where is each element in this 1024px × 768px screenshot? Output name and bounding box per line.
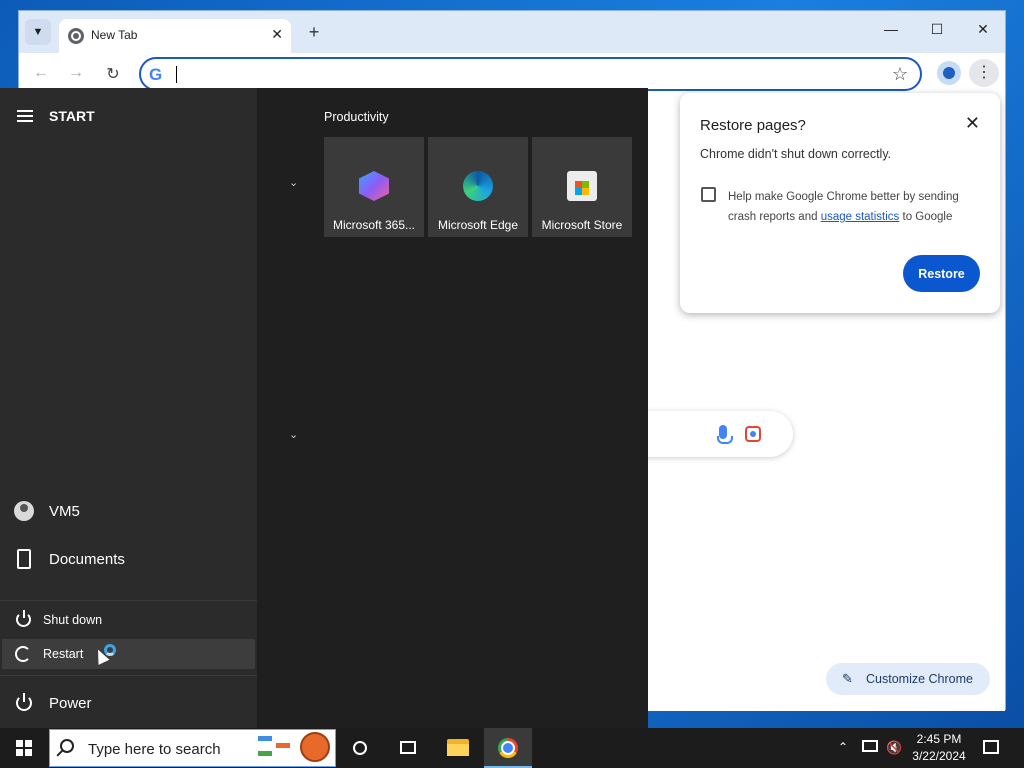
edge-icon xyxy=(463,171,493,201)
clock-time: 2:45 PM xyxy=(916,732,962,746)
text-caret xyxy=(176,66,177,83)
bookmark-star-icon[interactable]: ☆ xyxy=(892,64,908,85)
new-tab-button[interactable]: + xyxy=(301,19,327,45)
cortana-icon xyxy=(353,741,367,755)
start-menu-sidebar: START VM5 Documents Shut down Restart Po… xyxy=(0,88,257,728)
restore-button[interactable]: Restore xyxy=(903,255,980,292)
restart-option[interactable]: Restart xyxy=(2,639,255,669)
tile-group-name: Productivity xyxy=(324,110,389,124)
store-icon xyxy=(567,171,597,201)
user-icon xyxy=(14,501,34,521)
task-view-icon xyxy=(400,741,416,754)
customize-chrome-label: Customize Chrome xyxy=(866,672,973,686)
minimize-button[interactable]: — xyxy=(871,21,911,37)
tile-label: Microsoft 365... xyxy=(332,218,416,232)
tile-microsoft-edge[interactable]: Microsoft Edge xyxy=(428,137,528,237)
start-button[interactable] xyxy=(0,728,48,768)
restart-icon xyxy=(15,646,31,662)
reload-button[interactable]: ↻ xyxy=(101,64,125,84)
chevron-down-icon: ▼ xyxy=(32,26,44,38)
pencil-icon: ✎ xyxy=(842,671,853,686)
start-item-documents[interactable]: Documents xyxy=(0,540,257,580)
search-placeholder: Type here to search xyxy=(88,741,221,758)
start-item-label: Power xyxy=(49,695,92,712)
back-button[interactable]: ← xyxy=(29,64,53,82)
tab-close-icon[interactable]: ✕ xyxy=(271,26,283,43)
volume-muted-icon[interactable]: 🔇 xyxy=(886,740,902,756)
search-highlight[interactable] xyxy=(258,732,334,762)
tab-title: New Tab xyxy=(91,28,138,42)
chrome-menu-button[interactable]: ⋮ xyxy=(969,59,999,87)
windows-logo-icon xyxy=(16,740,32,756)
cortana-button[interactable] xyxy=(336,728,384,768)
profile-button[interactable] xyxy=(937,61,961,85)
tile-label: Microsoft Edge xyxy=(437,218,519,232)
start-title: START xyxy=(49,108,95,124)
chrome-titlebar: ▼ New Tab ✕ + — ☐ ✕ xyxy=(19,11,1005,53)
tile-label: Microsoft Store xyxy=(541,218,623,232)
hamburger-menu-icon[interactable] xyxy=(17,110,33,125)
show-hidden-icons-button[interactable]: ⌃ xyxy=(838,740,848,754)
maximize-button[interactable]: ☐ xyxy=(917,21,957,38)
chrome-icon xyxy=(498,738,518,758)
basketball-icon xyxy=(300,732,330,762)
shut-down-option[interactable]: Shut down xyxy=(2,605,255,635)
chevron-down-icon[interactable]: ⌄ xyxy=(289,428,298,441)
start-item-label: VM5 xyxy=(49,503,80,520)
start-item-label: Documents xyxy=(49,551,125,568)
clock[interactable]: 2:45 PM 3/22/2024 xyxy=(908,731,970,765)
restart-label: Restart xyxy=(43,647,84,661)
crash-report-text-after: to Google xyxy=(899,211,953,223)
forward-button[interactable]: → xyxy=(64,64,88,82)
folder-icon xyxy=(447,739,469,756)
restore-dialog-title: Restore pages? xyxy=(700,117,806,134)
google-icon: G xyxy=(149,65,163,84)
close-icon[interactable]: ✕ xyxy=(965,113,980,134)
power-submenu: Shut down Restart xyxy=(0,600,257,676)
microphone-icon[interactable] xyxy=(717,425,733,444)
crash-report-text: Help make Google Chrome better by sendin… xyxy=(728,187,978,227)
google-search-box[interactable] xyxy=(629,411,793,457)
document-icon xyxy=(17,549,31,569)
start-item-power[interactable]: Power xyxy=(0,684,257,724)
power-icon xyxy=(16,693,32,711)
tile-microsoft-365[interactable]: Microsoft 365... xyxy=(324,137,424,237)
restore-dialog-message: Chrome didn't shut down correctly. xyxy=(700,147,892,161)
chevron-down-icon[interactable]: ⌄ xyxy=(289,176,298,189)
start-menu-tiles-area: Productivity ⌄ ⌄ Microsoft 365... Micros… xyxy=(257,88,648,728)
microsoft-365-icon xyxy=(359,171,389,201)
usage-statistics-link[interactable]: usage statistics xyxy=(821,211,900,223)
search-icon xyxy=(60,739,74,753)
tile-microsoft-store[interactable]: Microsoft Store xyxy=(532,137,632,237)
power-icon xyxy=(16,610,31,627)
clock-date: 3/22/2024 xyxy=(912,749,966,763)
close-window-button[interactable]: ✕ xyxy=(963,21,1003,38)
start-item-user[interactable]: VM5 xyxy=(0,492,257,532)
chrome-toolbar: ← → ↻ G ☆ ⋮ xyxy=(19,53,1005,93)
file-explorer-button[interactable] xyxy=(434,728,482,768)
chrome-favicon-icon xyxy=(68,28,84,44)
busy-spinner-icon xyxy=(104,644,116,656)
restore-pages-dialog: Restore pages? ✕ Chrome didn't shut down… xyxy=(680,93,1000,313)
network-icon[interactable] xyxy=(862,740,878,752)
tab-new-tab[interactable]: New Tab ✕ xyxy=(59,19,291,53)
profile-icon xyxy=(943,67,955,79)
customize-chrome-button[interactable]: ✎ Customize Chrome xyxy=(826,663,990,695)
shut-down-label: Shut down xyxy=(43,613,103,627)
chrome-taskbar-button[interactable] xyxy=(484,728,532,768)
crash-report-checkbox[interactable] xyxy=(701,187,716,202)
search-highlight-diagram-icon xyxy=(258,734,294,760)
address-bar[interactable]: G ☆ xyxy=(139,57,922,91)
notification-icon[interactable] xyxy=(983,740,999,754)
google-lens-icon[interactable] xyxy=(745,426,761,442)
tab-search-button[interactable]: ▼ xyxy=(25,19,51,45)
task-view-button[interactable] xyxy=(384,728,432,768)
taskbar: Type here to search ⌃ 🔇 2:45 PM 3/22/202… xyxy=(0,728,1024,768)
